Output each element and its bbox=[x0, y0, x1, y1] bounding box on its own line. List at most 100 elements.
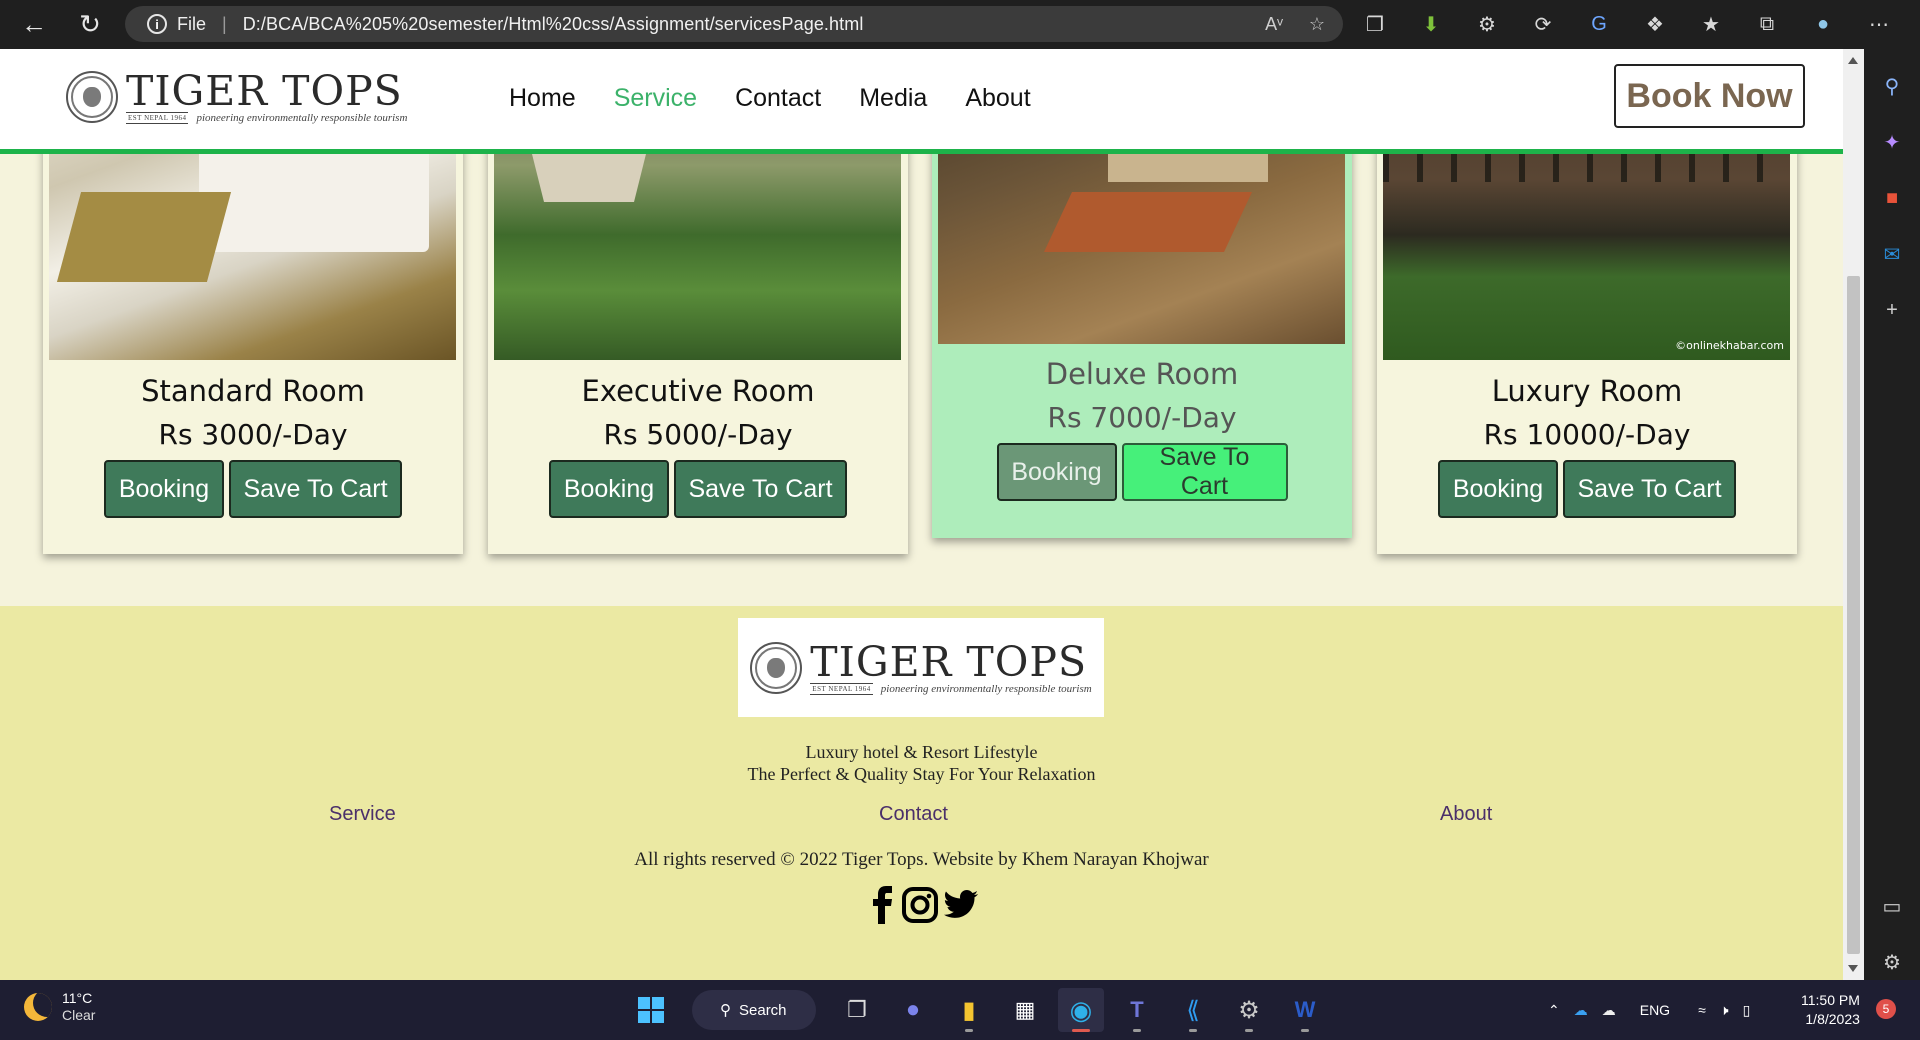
weather-desc: Clear bbox=[62, 1007, 96, 1023]
outlook-icon[interactable]: ✉ bbox=[1874, 237, 1910, 273]
weather-widget[interactable]: 11°C Clear bbox=[24, 990, 95, 1024]
save-to-cart-button[interactable]: Save To Cart bbox=[674, 460, 847, 518]
nav-about[interactable]: About bbox=[965, 84, 1030, 113]
url-text[interactable]: D:/BCA/BCA%205%20semester/Html%20css/Ass… bbox=[243, 14, 864, 35]
booking-button[interactable]: Booking bbox=[1438, 460, 1558, 518]
save-to-cart-button[interactable]: Save To Cart bbox=[1563, 460, 1736, 518]
add-favorite-icon[interactable]: ☆ bbox=[1309, 14, 1325, 35]
notification-badge[interactable]: 5 bbox=[1876, 999, 1896, 1019]
nav-media[interactable]: Media bbox=[859, 84, 927, 113]
url-separator: | bbox=[222, 13, 227, 34]
battery-icon[interactable]: ▯ bbox=[1743, 1002, 1751, 1019]
teams-button[interactable]: T bbox=[1114, 988, 1160, 1032]
wifi-icon[interactable]: ≈ bbox=[1698, 1002, 1706, 1018]
windows-taskbar: 11°C Clear ⚲ Search ❐ ● ▮ ▦ ◉ T ⟪ ⚙ W ⌃ … bbox=[0, 980, 1920, 1040]
nav-home[interactable]: Home bbox=[509, 84, 576, 113]
book-now-button[interactable]: Book Now bbox=[1614, 64, 1805, 128]
onedrive-personal-icon[interactable]: ☁ bbox=[1602, 1002, 1616, 1019]
main-nav: Home Service Contact Media About bbox=[509, 84, 1031, 113]
word-button[interactable]: W bbox=[1282, 988, 1328, 1032]
site-footer: TIGER TOPS EST NEPAL 1964 pioneering env… bbox=[0, 606, 1843, 980]
save-to-cart-button[interactable]: Save To Cart bbox=[1121, 443, 1288, 501]
task-view-button[interactable]: ❐ bbox=[834, 988, 880, 1032]
read-aloud-icon[interactable]: Aᵛ bbox=[1265, 14, 1283, 35]
office-icon[interactable]: ■ bbox=[1874, 181, 1910, 217]
word-icon: W bbox=[1294, 997, 1316, 1022]
hide-sidebar-icon[interactable]: ▭ bbox=[1874, 888, 1910, 924]
instagram-icon[interactable] bbox=[902, 887, 938, 923]
save-to-cart-button[interactable]: Save To Cart bbox=[229, 460, 402, 518]
volume-icon[interactable]: 🕨 bbox=[1720, 1002, 1729, 1019]
add-sidebar-app-icon[interactable]: + bbox=[1874, 292, 1910, 328]
vscode-icon: ⟪ bbox=[1186, 996, 1200, 1024]
photo-watermark: ©onlinekhabar.com bbox=[1675, 339, 1784, 352]
room-price: Rs 7000/-Day bbox=[1047, 401, 1237, 434]
footer-link-about[interactable]: About bbox=[1440, 803, 1492, 826]
show-hidden-icons-chevron-icon[interactable]: ⌃ bbox=[1548, 1002, 1560, 1019]
page-scrollbar[interactable] bbox=[1843, 49, 1864, 980]
moon-icon bbox=[24, 993, 52, 1021]
booking-button[interactable]: Booking bbox=[549, 460, 669, 518]
settings-button[interactable]: ⚙ bbox=[1226, 988, 1272, 1032]
footer-link-service[interactable]: Service bbox=[329, 803, 396, 826]
logo-tagline: pioneering environmentally responsible t… bbox=[196, 112, 408, 124]
search-icon[interactable]: ⚲ bbox=[1874, 69, 1910, 105]
profile-avatar-icon[interactable]: ● bbox=[1808, 8, 1838, 40]
footer-tagline-2: The Perfect & Quality Stay For Your Rela… bbox=[747, 764, 1096, 784]
footer-link-contact[interactable]: Contact bbox=[879, 803, 948, 826]
collections-icon[interactable]: ❐ bbox=[1360, 8, 1390, 40]
nav-service[interactable]: Service bbox=[614, 84, 697, 113]
taskbar-search[interactable]: ⚲ Search bbox=[692, 990, 816, 1030]
nav-contact[interactable]: Contact bbox=[735, 84, 821, 113]
footer-copyright: All rights reserved © 2022 Tiger Tops. W… bbox=[634, 849, 1209, 870]
facebook-icon[interactable] bbox=[868, 886, 896, 924]
site-info-icon[interactable]: i bbox=[147, 14, 167, 34]
extension-icon[interactable]: ⚙ bbox=[1472, 8, 1502, 40]
settings-gear-icon: ⚙ bbox=[1238, 996, 1260, 1024]
refresh-button[interactable]: ↻ bbox=[68, 3, 112, 47]
more-menu-icon[interactable]: ⋯ bbox=[1864, 8, 1894, 40]
booking-button[interactable]: Booking bbox=[104, 460, 224, 518]
onedrive-icon[interactable]: ☁ bbox=[1574, 1002, 1588, 1019]
sidebar-settings-icon[interactable]: ⚙ bbox=[1874, 944, 1910, 980]
tiger-emblem-icon bbox=[66, 71, 118, 123]
footer-logo-est: EST NEPAL 1964 bbox=[810, 682, 873, 695]
extensions-puzzle-icon[interactable]: ❖ bbox=[1640, 8, 1670, 40]
room-title: Executive Room bbox=[581, 374, 815, 408]
tiger-emblem-icon bbox=[750, 641, 803, 694]
booking-button[interactable]: Booking bbox=[996, 443, 1117, 501]
site-logo[interactable]: TIGER TOPS EST NEPAL 1964 pioneering env… bbox=[66, 70, 407, 124]
logo-est: EST NEPAL 1964 bbox=[126, 112, 189, 124]
scroll-down-arrow-icon[interactable] bbox=[1848, 965, 1858, 972]
file-explorer-button[interactable]: ▮ bbox=[946, 988, 992, 1032]
back-button[interactable]: ← bbox=[12, 3, 56, 47]
scrollbar-thumb[interactable] bbox=[1847, 276, 1860, 954]
room-price: Rs 10000/-Day bbox=[1483, 418, 1691, 451]
browser-titlebar: ← ↻ i File | D:/BCA/BCA%205%20semester/H… bbox=[0, 0, 1920, 49]
footer-logo[interactable]: TIGER TOPS EST NEPAL 1964 pioneering env… bbox=[738, 618, 1104, 717]
teams-icon: T bbox=[1130, 997, 1144, 1022]
address-bar[interactable]: i File | D:/BCA/BCA%205%20semester/Html%… bbox=[125, 6, 1343, 42]
favorites-icon[interactable]: ★ bbox=[1696, 8, 1726, 40]
edge-button[interactable]: ◉ bbox=[1058, 988, 1104, 1032]
room-price: Rs 5000/-Day bbox=[603, 418, 793, 451]
system-tray: ⌃ ☁ ☁ ENG ≈ 🕨 ▯ bbox=[1548, 980, 1750, 1040]
room-price: Rs 3000/-Day bbox=[158, 418, 348, 451]
taskbar-search-label: Search bbox=[739, 1001, 787, 1019]
scroll-up-arrow-icon[interactable] bbox=[1848, 57, 1858, 64]
start-button[interactable] bbox=[628, 988, 674, 1032]
room-title: Standard Room bbox=[141, 374, 365, 408]
windows-logo-icon bbox=[638, 997, 664, 1023]
translate-icon[interactable]: G bbox=[1584, 8, 1614, 40]
language-indicator[interactable]: ENG bbox=[1640, 1002, 1670, 1018]
copilot-icon[interactable]: ✦ bbox=[1874, 125, 1910, 161]
footer-logo-title: TIGER TOPS bbox=[810, 637, 1088, 686]
vscode-button[interactable]: ⟪ bbox=[1170, 988, 1216, 1032]
taskbar-clock[interactable]: 11:50 PM 1/8/2023 bbox=[1801, 991, 1860, 1029]
tab-collections-icon[interactable]: ⧉ bbox=[1752, 8, 1782, 40]
store-button[interactable]: ▦ bbox=[1002, 988, 1048, 1032]
download-icon[interactable]: ⬇ bbox=[1416, 8, 1446, 40]
sync-icon[interactable]: ⟳ bbox=[1528, 8, 1558, 40]
teams-chat-button[interactable]: ● bbox=[890, 988, 936, 1032]
twitter-icon[interactable] bbox=[944, 890, 978, 920]
